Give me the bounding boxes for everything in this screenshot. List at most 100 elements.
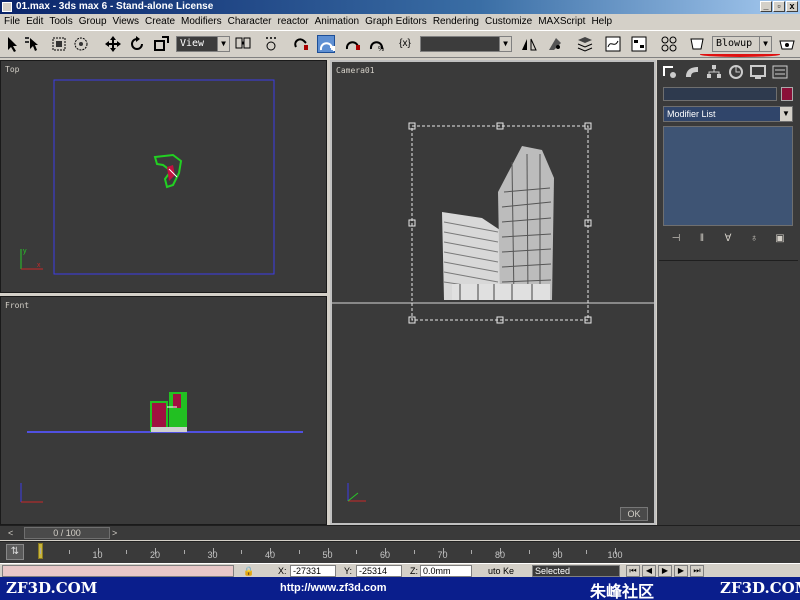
modifier-stack[interactable]: [663, 126, 793, 226]
menu-views[interactable]: Views: [113, 16, 144, 27]
x-coord-label: X:: [278, 566, 287, 576]
unlink-icon[interactable]: [292, 35, 310, 53]
track-bar[interactable]: ⇅ 10 20 30 40 50 60 70 80 90 100: [0, 541, 800, 563]
maxscript-listener-field[interactable]: [2, 565, 234, 577]
key-mode-icon[interactable]: ⇅: [6, 544, 24, 560]
ruler-tick-label: 90: [552, 550, 563, 560]
menu-maxscript[interactable]: MAXScript: [538, 16, 589, 27]
restore-button[interactable]: ▫: [773, 1, 785, 12]
render-scene-icon[interactable]: [688, 35, 706, 53]
percent-snap-icon[interactable]: %: [368, 35, 386, 53]
ruler-tick: [68, 550, 70, 554]
select-arrow-icon[interactable]: [4, 35, 22, 53]
watermark-url: http://www.zf3d.com: [280, 582, 387, 594]
viewport-top[interactable]: Top y x: [0, 60, 327, 293]
watermark-right: ZF3D.COM: [720, 579, 800, 597]
x-coord-field[interactable]: -27331: [290, 565, 336, 577]
rotate-icon[interactable]: [128, 35, 146, 53]
pivot-center-icon[interactable]: [234, 35, 252, 53]
curve-editor-icon[interactable]: [604, 35, 622, 53]
z-coord-field[interactable]: 0.0mm: [420, 565, 472, 577]
ruler-tick-label: 60: [379, 550, 391, 560]
ruler-tick: [183, 550, 185, 554]
select-by-name-icon[interactable]: [24, 35, 42, 53]
scale-icon[interactable]: [152, 35, 170, 53]
snap-toggle-icon[interactable]: [317, 35, 335, 53]
next-frame-icon[interactable]: ▶: [674, 565, 688, 577]
utilities-tab-icon[interactable]: [771, 64, 789, 80]
pin-stack-icon[interactable]: ⊣: [668, 232, 684, 246]
auto-key-button[interactable]: uto Ke: [488, 565, 514, 577]
menu-file[interactable]: File: [4, 16, 24, 27]
render-type-dropdown[interactable]: Blowup ▼: [712, 36, 772, 52]
camera-view-scene: [408, 122, 592, 324]
modifier-list-dropdown[interactable]: Modifier List ▼: [663, 106, 793, 122]
chevron-down-icon: ▼: [499, 37, 511, 51]
ruler-tick: [40, 548, 41, 554]
object-name-field[interactable]: [663, 87, 777, 101]
go-to-start-icon[interactable]: ⏮: [626, 565, 640, 577]
material-editor-icon[interactable]: [660, 35, 678, 53]
ruler-tick: [586, 550, 588, 554]
layer-manager-icon[interactable]: [576, 35, 594, 53]
menu-create[interactable]: Create: [145, 16, 179, 27]
modify-tab-icon[interactable]: [683, 64, 701, 80]
minimize-button[interactable]: _: [760, 1, 772, 12]
panel-divider: [659, 260, 798, 261]
spinner-snap-icon[interactable]: {x}: [396, 35, 414, 53]
go-to-end-icon[interactable]: ⏭: [690, 565, 704, 577]
motion-tab-icon[interactable]: [727, 64, 745, 80]
play-icon[interactable]: ▶: [658, 565, 672, 577]
y-coord-field[interactable]: -25314: [356, 565, 402, 577]
menu-modifiers[interactable]: Modifiers: [181, 16, 226, 27]
ok-button[interactable]: OK: [620, 507, 648, 521]
menu-tools[interactable]: Tools: [49, 16, 76, 27]
viewport-front[interactable]: Front: [0, 296, 327, 525]
time-slider: < 0 / 100 >: [0, 525, 800, 540]
lock-icon[interactable]: 🔒: [243, 565, 255, 577]
viewport-camera[interactable]: Camera01 OK: [330, 60, 656, 525]
make-unique-icon[interactable]: ∀: [720, 232, 736, 246]
named-selection-dropdown[interactable]: ▼: [420, 36, 512, 52]
window-crossing-icon[interactable]: [72, 35, 90, 53]
menu-edit[interactable]: Edit: [26, 16, 47, 27]
chevron-down-icon: ▼: [217, 37, 229, 51]
display-tab-icon[interactable]: [749, 64, 767, 80]
main-toolbar: View ▼ % {x} ▼ Blowup ▼: [0, 30, 800, 58]
select-and-link-icon[interactable]: [262, 35, 280, 53]
reference-coordinate-dropdown[interactable]: View ▼: [176, 36, 230, 52]
remove-modifier-icon[interactable]: ♁: [746, 232, 762, 246]
key-filter-dropdown[interactable]: Selected: [532, 565, 620, 577]
hierarchy-tab-icon[interactable]: [705, 64, 723, 80]
app-icon[interactable]: [2, 2, 12, 12]
menu-character[interactable]: Character: [228, 16, 276, 27]
previous-frame-icon[interactable]: ◀: [642, 565, 656, 577]
menu-graph-editors[interactable]: Graph Editors: [365, 16, 431, 27]
angle-snap-icon[interactable]: [344, 35, 362, 53]
object-color-swatch[interactable]: [781, 87, 793, 101]
mirror-icon[interactable]: [520, 35, 538, 53]
show-end-result-icon[interactable]: ‖: [694, 232, 710, 246]
time-slider-thumb[interactable]: 0 / 100: [24, 527, 110, 539]
move-icon[interactable]: [104, 35, 122, 53]
close-button[interactable]: x: [786, 1, 798, 12]
menu-rendering[interactable]: Rendering: [433, 16, 483, 27]
align-icon[interactable]: [546, 35, 564, 53]
schematic-view-icon[interactable]: [630, 35, 648, 53]
svg-text:x: x: [37, 262, 41, 269]
menu-reactor[interactable]: reactor: [278, 16, 313, 27]
menu-customize[interactable]: Customize: [485, 16, 536, 27]
create-tab-icon[interactable]: [661, 64, 679, 80]
command-panel-tabs: [657, 60, 800, 82]
time-slider-right-arrow[interactable]: >: [112, 528, 117, 538]
front-view-scene: [20, 392, 303, 503]
quick-render-icon[interactable]: [778, 35, 796, 53]
menu-animation[interactable]: Animation: [315, 16, 363, 27]
menu-group[interactable]: Group: [79, 16, 111, 27]
configure-modifier-sets-icon[interactable]: ▣: [772, 232, 788, 246]
region-select-icon[interactable]: [50, 35, 68, 53]
menu-help[interactable]: Help: [591, 16, 616, 27]
time-slider-left-arrow[interactable]: <: [8, 528, 18, 538]
ruler-tick-label: 50: [322, 550, 333, 560]
frame-ruler: 10 20 30 40 50 60 70 80 90 100: [30, 542, 650, 564]
